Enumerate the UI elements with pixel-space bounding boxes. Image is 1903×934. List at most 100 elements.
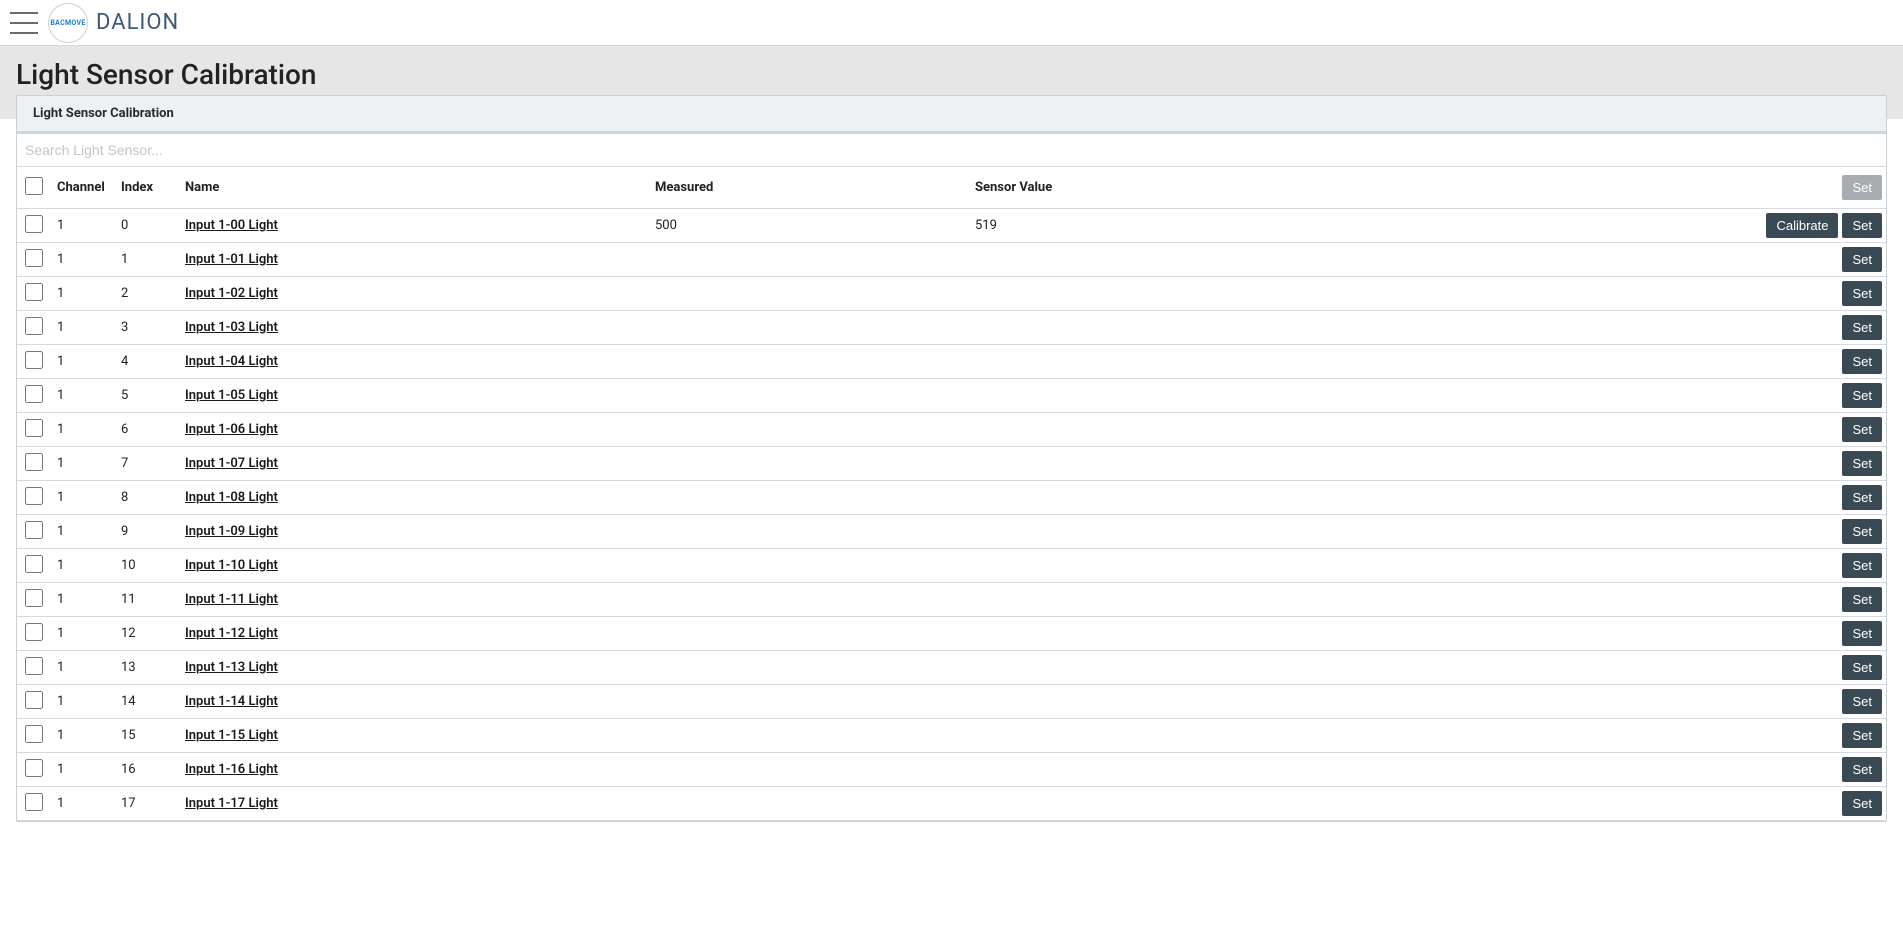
set-button[interactable]: Set (1842, 417, 1882, 442)
row-checkbox[interactable] (25, 691, 43, 709)
set-button[interactable]: Set (1842, 383, 1882, 408)
cell-channel: 1 (51, 583, 115, 617)
sensor-name-link[interactable]: Input 1-14 Light (185, 694, 278, 709)
set-button[interactable]: Set (1842, 349, 1882, 374)
row-checkbox[interactable] (25, 351, 43, 369)
set-button[interactable]: Set (1842, 791, 1882, 816)
cell-index: 6 (115, 413, 179, 447)
calibration-panel: Light Sensor Calibration Channel Index N… (16, 95, 1887, 822)
row-checkbox[interactable] (25, 521, 43, 539)
cell-sensor-value (969, 379, 1741, 413)
table-row: 18Input 1-08 LightSet (17, 481, 1886, 515)
cell-sensor-value (969, 549, 1741, 583)
row-checkbox[interactable] (25, 283, 43, 301)
cell-sensor-value (969, 515, 1741, 549)
sensor-name-link[interactable]: Input 1-01 Light (185, 252, 278, 267)
col-index: Index (115, 167, 179, 209)
set-button[interactable]: Set (1842, 757, 1882, 782)
sensor-name-link[interactable]: Input 1-17 Light (185, 796, 278, 811)
sensor-name-link[interactable]: Input 1-16 Light (185, 762, 278, 777)
cell-measured (649, 277, 969, 311)
cell-channel: 1 (51, 243, 115, 277)
col-name: Name (179, 167, 649, 209)
sensor-name-link[interactable]: Input 1-05 Light (185, 388, 278, 403)
row-checkbox[interactable] (25, 385, 43, 403)
set-button[interactable]: Set (1842, 519, 1882, 544)
sensor-name-link[interactable]: Input 1-06 Light (185, 422, 278, 437)
cell-index: 16 (115, 753, 179, 787)
set-button[interactable]: Set (1842, 247, 1882, 272)
cell-sensor-value (969, 413, 1741, 447)
cell-sensor-value (969, 447, 1741, 481)
cell-sensor-value (969, 719, 1741, 753)
set-button[interactable]: Set (1842, 451, 1882, 476)
row-checkbox[interactable] (25, 555, 43, 573)
row-checkbox[interactable] (25, 793, 43, 811)
table-row: 13Input 1-03 LightSet (17, 311, 1886, 345)
cell-index: 9 (115, 515, 179, 549)
sensor-name-link[interactable]: Input 1-09 Light (185, 524, 278, 539)
menu-icon[interactable] (10, 12, 38, 34)
cell-channel: 1 (51, 379, 115, 413)
cell-measured (649, 617, 969, 651)
cell-sensor-value (969, 651, 1741, 685)
sensor-name-link[interactable]: Input 1-07 Light (185, 456, 278, 471)
row-checkbox[interactable] (25, 215, 43, 233)
row-checkbox[interactable] (25, 419, 43, 437)
row-checkbox[interactable] (25, 249, 43, 267)
cell-sensor-value (969, 787, 1741, 821)
table-row: 117Input 1-17 LightSet (17, 787, 1886, 821)
logo-badge: BACMOVE (48, 3, 88, 43)
cell-measured (649, 685, 969, 719)
set-button[interactable]: Set (1842, 315, 1882, 340)
table-row: 115Input 1-15 LightSet (17, 719, 1886, 753)
cell-measured (649, 345, 969, 379)
sensor-name-link[interactable]: Input 1-08 Light (185, 490, 278, 505)
sensor-name-link[interactable]: Input 1-13 Light (185, 660, 278, 675)
set-button[interactable]: Set (1842, 213, 1882, 238)
table-row: 116Input 1-16 LightSet (17, 753, 1886, 787)
calibrate-button[interactable]: Calibrate (1766, 213, 1838, 238)
row-checkbox[interactable] (25, 725, 43, 743)
sensor-name-link[interactable]: Input 1-15 Light (185, 728, 278, 743)
row-checkbox[interactable] (25, 317, 43, 335)
cell-measured (649, 311, 969, 345)
cell-measured (649, 413, 969, 447)
col-sensor: Sensor Value (969, 167, 1741, 209)
set-button[interactable]: Set (1842, 281, 1882, 306)
set-button[interactable]: Set (1842, 655, 1882, 680)
row-checkbox[interactable] (25, 487, 43, 505)
table-row: 17Input 1-07 LightSet (17, 447, 1886, 481)
select-all-checkbox[interactable] (25, 177, 43, 195)
cell-sensor-value: 519 (969, 209, 1741, 243)
sensor-name-link[interactable]: Input 1-03 Light (185, 320, 278, 335)
row-checkbox[interactable] (25, 589, 43, 607)
search-input[interactable] (17, 134, 1886, 166)
row-checkbox[interactable] (25, 657, 43, 675)
set-button[interactable]: Set (1842, 485, 1882, 510)
header-set-button[interactable]: Set (1842, 175, 1882, 200)
set-button[interactable]: Set (1842, 723, 1882, 748)
cell-measured (649, 515, 969, 549)
sensor-name-link[interactable]: Input 1-10 Light (185, 558, 278, 573)
row-checkbox[interactable] (25, 759, 43, 777)
table-row: 11Input 1-01 LightSet (17, 243, 1886, 277)
set-button[interactable]: Set (1842, 621, 1882, 646)
cell-measured (649, 787, 969, 821)
set-button[interactable]: Set (1842, 553, 1882, 578)
sensor-name-link[interactable]: Input 1-04 Light (185, 354, 278, 369)
sensor-name-link[interactable]: Input 1-12 Light (185, 626, 278, 641)
logo-text: BACMOVE (50, 19, 85, 27)
sensor-name-link[interactable]: Input 1-00 Light (185, 218, 278, 233)
cell-measured (649, 719, 969, 753)
set-button[interactable]: Set (1842, 587, 1882, 612)
row-checkbox[interactable] (25, 453, 43, 471)
cell-channel: 1 (51, 277, 115, 311)
row-checkbox[interactable] (25, 623, 43, 641)
table-row: 113Input 1-13 LightSet (17, 651, 1886, 685)
cell-channel: 1 (51, 685, 115, 719)
sensor-name-link[interactable]: Input 1-11 Light (185, 592, 278, 607)
set-button[interactable]: Set (1842, 689, 1882, 714)
sensor-name-link[interactable]: Input 1-02 Light (185, 286, 278, 301)
cell-index: 4 (115, 345, 179, 379)
